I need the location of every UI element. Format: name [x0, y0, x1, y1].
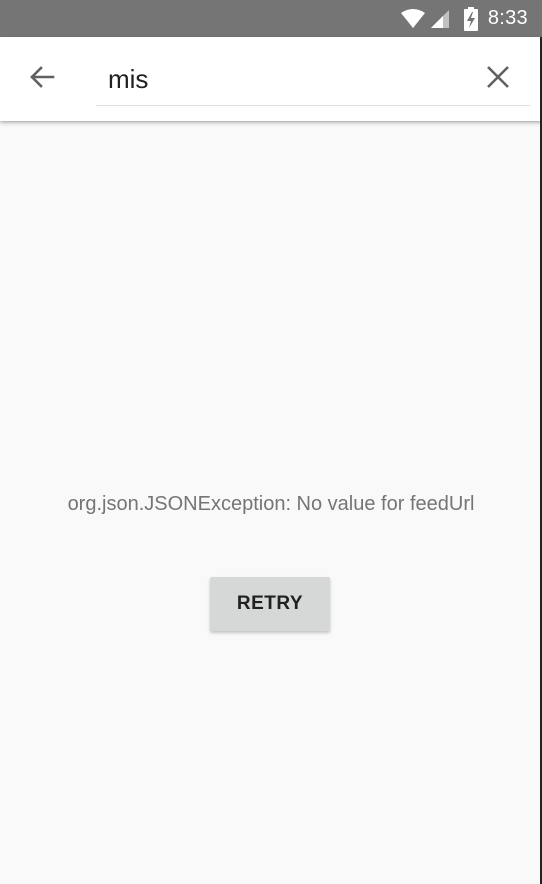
status-clock: 8:33 [487, 7, 528, 29]
status-icons: 8:33 [400, 0, 528, 37]
battery-charging-icon [463, 6, 478, 31]
clear-search-button[interactable] [474, 55, 522, 103]
main-content: org.json.JSONException: No value for fee… [0, 121, 542, 884]
error-message: org.json.JSONException: No value for fee… [67, 493, 475, 515]
retry-button[interactable]: RETRY [210, 577, 330, 631]
status-bar: 8:33 [0, 0, 542, 37]
search-input[interactable] [108, 53, 468, 105]
signal-icon [430, 9, 450, 29]
back-button[interactable] [18, 55, 66, 103]
wifi-icon [400, 8, 426, 29]
search-toolbar [0, 37, 542, 121]
arrow-back-icon [28, 63, 56, 96]
search-field [96, 53, 530, 106]
close-icon [486, 65, 510, 94]
